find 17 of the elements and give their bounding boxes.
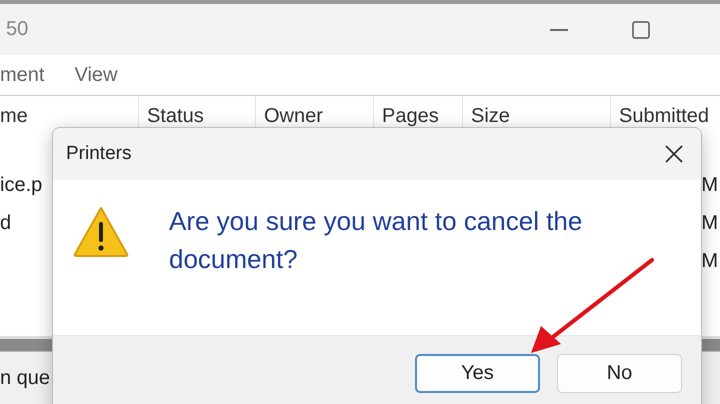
dialog-button[interactable]: Yes	[415, 354, 540, 393]
menu-item[interactable]: ment	[0, 64, 44, 86]
dialog-message: Are you sure you want to cancel the document?	[169, 205, 584, 276]
dialog-title: Printers	[66, 143, 132, 165]
table-cell-text: M	[700, 212, 719, 234]
maximize-icon[interactable]	[632, 20, 650, 38]
warning-icon	[73, 206, 129, 258]
table-cell-text: d	[0, 212, 12, 234]
table-cell-text: M	[700, 250, 719, 272]
minimize-icon[interactable]	[550, 28, 568, 30]
dialog-button[interactable]: No	[557, 354, 682, 393]
window-title: 50	[6, 18, 28, 41]
close-icon[interactable]	[665, 145, 683, 163]
status-text: n que	[0, 366, 50, 390]
table-cell-text: ice.p	[0, 174, 44, 196]
table-cell-text: M	[700, 174, 719, 196]
menu-item[interactable]: View	[74, 64, 118, 86]
